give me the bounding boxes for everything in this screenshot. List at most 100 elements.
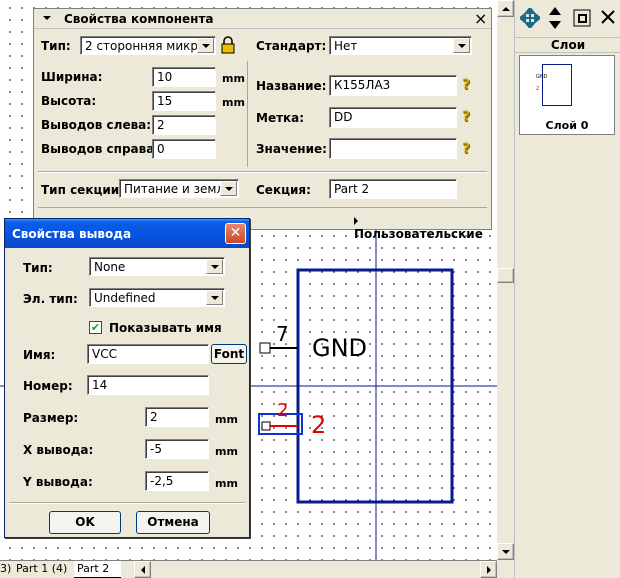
vertical-scrollbar[interactable]: [497, 0, 514, 578]
pin-type-label: Тип:: [23, 261, 53, 275]
standard-combo-button[interactable]: [453, 38, 470, 53]
arrow-down-icon: [501, 549, 510, 554]
expand-right-icon: [354, 216, 358, 225]
type-label: Тип:: [41, 39, 71, 53]
pin-y-input[interactable]: -2,5: [145, 471, 209, 491]
section-type-combo-button[interactable]: [220, 181, 237, 196]
tab-scroll-right-button[interactable]: [480, 561, 497, 578]
height-unit: mm: [222, 96, 245, 109]
section-type-combo-value: Питание и земля: [124, 182, 232, 196]
value-help-icon[interactable]: ?: [462, 141, 470, 157]
pins-right-label: Выводов справа:: [41, 142, 160, 156]
pin-dialog-title: Свойства вывода: [12, 227, 132, 241]
collapse-icon[interactable]: [43, 16, 51, 20]
section-label: Секция:: [256, 183, 311, 197]
height-input[interactable]: 15: [152, 91, 216, 111]
pin-top-number: 7: [276, 322, 289, 346]
lock-icon[interactable]: [221, 36, 235, 54]
name-input[interactable]: К155ЛА3: [329, 75, 457, 96]
component-panel-titlebar: Свойства компонента ×: [34, 9, 491, 29]
el-type-label: Эл. тип:: [23, 292, 78, 306]
scroll-up-button[interactable]: [497, 0, 514, 17]
standard-combo[interactable]: Нет: [329, 36, 472, 55]
layer-0-label: Слой 0: [545, 119, 589, 132]
mark-help-icon[interactable]: ?: [462, 109, 470, 125]
layer-0-thumbnail: [542, 64, 572, 106]
scroll-down-button[interactable]: [497, 543, 514, 560]
pin-type-combo[interactable]: None: [89, 257, 225, 276]
section-divider: [38, 171, 487, 172]
arrow-up-icon: [501, 6, 510, 11]
pin-y-unit: mm: [215, 477, 238, 490]
layer-0-item[interactable]: GND 2 Слой 0: [519, 55, 615, 135]
type-combo-button[interactable]: [197, 38, 214, 53]
section-type-label: Тип секции:: [41, 183, 124, 197]
el-type-combo-button[interactable]: [206, 290, 223, 305]
pin-selected-anchor: [261, 421, 271, 431]
section-type-combo[interactable]: Питание и земля: [119, 179, 239, 198]
close-icon[interactable]: [601, 10, 615, 24]
chevron-down-icon: [224, 186, 233, 191]
pin-dialog-close-button[interactable]: ✕: [225, 223, 246, 244]
user-settings-label: Пользовательские: [354, 227, 483, 241]
type-combo[interactable]: 2 сторонняя микро: [80, 36, 216, 55]
standard-label: Стандарт:: [256, 39, 327, 53]
el-type-combo[interactable]: Undefined: [89, 288, 225, 307]
sheet-tab-part-2[interactable]: Part 2: [74, 561, 121, 578]
pin-type-combo-button[interactable]: [206, 259, 223, 274]
pin-x-input[interactable]: -5: [145, 439, 209, 459]
up-down-arrows-icon[interactable]: [548, 7, 562, 29]
pins-right-input[interactable]: 0: [152, 139, 216, 159]
chevron-down-icon: [210, 295, 219, 300]
arrow-right-icon: [486, 565, 491, 574]
pin-dialog-divider: [9, 502, 245, 503]
column-divider: [247, 61, 248, 167]
type-combo-value: 2 сторонняя микро: [85, 39, 206, 53]
component-panel-close-icon[interactable]: ×: [474, 9, 487, 28]
name-help-icon[interactable]: ?: [462, 77, 470, 93]
mark-label: Метка:: [256, 111, 305, 125]
scroll-thumb-vertical[interactable]: [497, 268, 514, 283]
pin-y-label: Y вывода:: [23, 475, 93, 489]
pin-size-input[interactable]: 2: [145, 407, 209, 427]
pin-selected-number: 2: [277, 400, 289, 421]
sheet-tab-part-1[interactable]: Part 1 (4): [14, 561, 77, 577]
cancel-button[interactable]: Отмена: [136, 511, 210, 534]
bottom-divider: [38, 207, 487, 208]
width-label: Ширина:: [41, 70, 103, 84]
pin-number-input[interactable]: 14: [87, 375, 209, 395]
pins-left-input[interactable]: 2: [152, 115, 216, 135]
chevron-down-icon: [457, 43, 466, 48]
pin-size-label: Размер:: [23, 411, 79, 425]
sheet-tab-part-3[interactable]: 3): [0, 561, 14, 577]
sheet-tabs-bar: 3) Part 1 (4) Part 2: [0, 560, 497, 578]
pin-x-label: X вывода:: [23, 443, 94, 457]
move-icon[interactable]: [520, 8, 540, 28]
pin-top-name: GND: [312, 334, 368, 362]
section-input[interactable]: Part 2: [329, 179, 457, 199]
fit-icon[interactable]: [573, 9, 591, 27]
width-unit: mm: [222, 72, 245, 85]
value-input[interactable]: [329, 138, 457, 159]
pin-dialog-titlebar[interactable]: Свойства вывода ✕: [5, 219, 249, 248]
chevron-down-icon: [201, 43, 210, 48]
pin-size-unit: mm: [215, 413, 238, 426]
show-name-checkbox[interactable]: ✔: [89, 321, 102, 334]
font-button[interactable]: Font: [211, 344, 247, 364]
user-settings-toggle[interactable]: Пользовательские: [354, 213, 491, 241]
tab-scroll-left-button[interactable]: [134, 561, 151, 578]
pin-name-input[interactable]: VCC: [87, 344, 209, 364]
mark-input[interactable]: DD: [329, 107, 457, 128]
chevron-down-icon: [210, 264, 219, 269]
ok-button[interactable]: OK: [49, 511, 121, 534]
pin-number-label: Номер:: [23, 379, 73, 393]
layers-header: Слои: [515, 37, 620, 53]
pins-left-label: Выводов слева:: [41, 118, 152, 132]
pin-x-unit: mm: [215, 445, 238, 458]
width-input[interactable]: 10: [152, 67, 216, 87]
el-type-combo-value: Undefined: [94, 291, 156, 305]
pin-properties-dialog: Свойства вывода ✕ Тип: None Эл. тип: Und…: [4, 218, 250, 538]
component-panel-title: Свойства компонента: [64, 12, 214, 26]
pin-name-label: Имя:: [23, 348, 56, 362]
pin-top-anchor: [259, 342, 271, 354]
